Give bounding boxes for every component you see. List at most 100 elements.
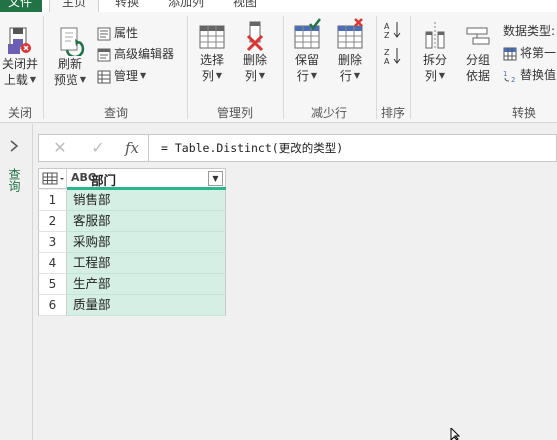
group-by-label-1: 分组 xyxy=(465,53,490,67)
properties-icon xyxy=(97,27,111,40)
table-row[interactable]: 6 质量部 xyxy=(38,295,226,316)
table-cell[interactable]: 质量部 xyxy=(67,295,226,316)
group-label-reduce-rows: 减少行 xyxy=(310,106,347,120)
table-cell[interactable]: 客服部 xyxy=(67,211,226,232)
choose-columns-button[interactable]: 选择 列 ▼ xyxy=(192,18,232,84)
svg-text:1: 1 xyxy=(503,70,507,78)
grid-header: ABC 部门 ▼ xyxy=(38,168,226,189)
close-and-load-button[interactable]: 关闭并 上载 ▼ xyxy=(0,26,40,88)
group-by-icon xyxy=(466,27,490,45)
row-number: 2 xyxy=(38,211,67,232)
formula-bar-buttons: ✕ ✓ fx xyxy=(39,135,149,161)
table-icon xyxy=(42,172,64,185)
table-cell[interactable]: 销售部 xyxy=(67,190,226,211)
column-header[interactable]: ABC 部门 ▼ xyxy=(68,169,226,188)
row-number: 1 xyxy=(38,190,67,211)
remove-rows-label-1: 删除 xyxy=(337,53,362,67)
formula-input[interactable]: = Table.Distinct(更改的类型) xyxy=(161,140,343,156)
table-row[interactable]: 5 生产部 xyxy=(38,274,226,295)
keep-rows-label-2: 行 ▼ xyxy=(296,69,318,83)
manage-button[interactable]: 管理 ▼ xyxy=(97,67,146,87)
svg-text:2: 2 xyxy=(511,76,515,83)
group-by-button[interactable]: 分组 依据 xyxy=(458,18,498,84)
choose-columns-label-1: 选择 xyxy=(199,53,224,67)
table-menu-button[interactable] xyxy=(39,169,67,188)
remove-columns-button[interactable]: 删除 列 ▼ xyxy=(235,18,275,84)
tab-file[interactable]: 文件 xyxy=(0,0,42,12)
keep-rows-label-1: 保留 xyxy=(294,53,319,67)
refresh-label-1: 刷新 xyxy=(57,57,82,71)
properties-label: 属性 xyxy=(114,26,139,40)
remove-rows-icon xyxy=(337,18,363,49)
row-number: 3 xyxy=(38,232,67,253)
sort-descending-icon: Z A xyxy=(384,48,401,66)
confirm-formula-button[interactable]: ✓ xyxy=(89,139,107,157)
group-label-sort: 排序 xyxy=(380,106,405,120)
table-cell[interactable]: 采购部 xyxy=(67,232,226,253)
insert-function-button[interactable]: fx xyxy=(123,139,141,157)
close-and-load-icon xyxy=(8,27,31,54)
chevron-down-icon: ▼ xyxy=(438,71,446,80)
keep-rows-icon xyxy=(294,18,321,49)
properties-button[interactable]: 属性 xyxy=(97,24,138,44)
chevron-down-icon: ▼ xyxy=(79,75,87,84)
split-column-button[interactable]: 拆分 列 ▼ xyxy=(415,18,455,84)
group-divider xyxy=(187,16,188,119)
use-first-row-button[interactable]: 将第一 xyxy=(503,44,556,64)
manage-label: 管理 xyxy=(114,69,139,83)
refresh-preview-button[interactable]: 刷新 预览 ▼ xyxy=(48,26,92,88)
row-number: 4 xyxy=(38,253,67,274)
sort-descending-button[interactable]: Z A xyxy=(384,46,405,66)
chevron-right-icon[interactable] xyxy=(6,138,22,154)
split-column-icon xyxy=(425,22,445,49)
chevron-down-icon: ▼ xyxy=(215,71,223,80)
ribbon: 关闭并 上载 ▼ 关闭 刷新 预览 ▼ 属性 高级编辑器 管理 ▼ 查询 选择 … xyxy=(0,12,557,123)
refresh-icon xyxy=(60,27,85,56)
keep-rows-button[interactable]: 保留 行 ▼ xyxy=(287,18,327,84)
group-label-query: 查询 xyxy=(103,106,128,120)
table-row[interactable]: 4 工程部 xyxy=(38,253,226,274)
svg-text:A: A xyxy=(384,57,390,66)
close-and-load-label-2: 上载 ▼ xyxy=(3,73,37,87)
data-type-label: 数据类型: xyxy=(503,24,556,38)
table-row[interactable]: 2 客服部 xyxy=(38,211,226,232)
queries-pane: 查询 xyxy=(0,124,33,440)
cancel-formula-button[interactable]: ✕ xyxy=(51,139,69,157)
row-number: 6 xyxy=(38,295,67,316)
remove-rows-button[interactable]: 删除 行 ▼ xyxy=(330,18,370,84)
group-label-transform: 转换 xyxy=(511,106,536,120)
use-first-row-icon xyxy=(503,47,517,60)
tab-view[interactable]: 视图 xyxy=(233,0,257,12)
chevron-down-icon: ▼ xyxy=(310,71,318,80)
row-number: 5 xyxy=(38,274,67,295)
close-and-load-label-1: 关闭并 xyxy=(1,57,38,71)
choose-columns-icon xyxy=(199,25,225,49)
chevron-down-icon: ▼ xyxy=(29,75,37,84)
table-row[interactable]: 3 采购部 xyxy=(38,232,226,253)
group-divider xyxy=(43,16,44,119)
manage-icon xyxy=(97,70,111,83)
table-row[interactable]: 1 销售部 xyxy=(38,190,226,211)
replace-values-button[interactable]: 1 2 替换值 xyxy=(503,66,556,86)
refresh-label-2: 预览 ▼ xyxy=(53,73,87,87)
filter-dropdown-icon[interactable]: ▼ xyxy=(208,171,223,186)
remove-columns-label-1: 删除 xyxy=(242,53,267,67)
tab-transform[interactable]: 转换 xyxy=(115,0,139,12)
formula-bar: ✕ ✓ fx = Table.Distinct(更改的类型) xyxy=(38,134,557,162)
data-type-dropdown[interactable]: 数据类型: xyxy=(503,22,555,42)
group-label-close: 关闭 xyxy=(7,106,32,120)
advanced-editor-label: 高级编辑器 xyxy=(114,47,175,61)
replace-values-label: 替换值 xyxy=(520,68,557,82)
table-cell[interactable]: 生产部 xyxy=(67,274,226,295)
sort-ascending-button[interactable]: A Z xyxy=(384,20,405,40)
table-cell[interactable]: 工程部 xyxy=(67,253,226,274)
chevron-down-icon: ▼ xyxy=(353,71,361,80)
tab-home[interactable]: 主页 xyxy=(49,0,99,12)
split-column-label-1: 拆分 xyxy=(422,53,447,67)
remove-rows-label-2: 行 ▼ xyxy=(339,69,361,83)
svg-text:Z: Z xyxy=(384,31,390,40)
advanced-editor-button[interactable]: 高级编辑器 xyxy=(97,45,174,65)
mouse-cursor-icon xyxy=(450,428,461,440)
queries-pane-label[interactable]: 查询 xyxy=(7,168,21,192)
tab-add-column[interactable]: 添加列 xyxy=(168,0,204,12)
